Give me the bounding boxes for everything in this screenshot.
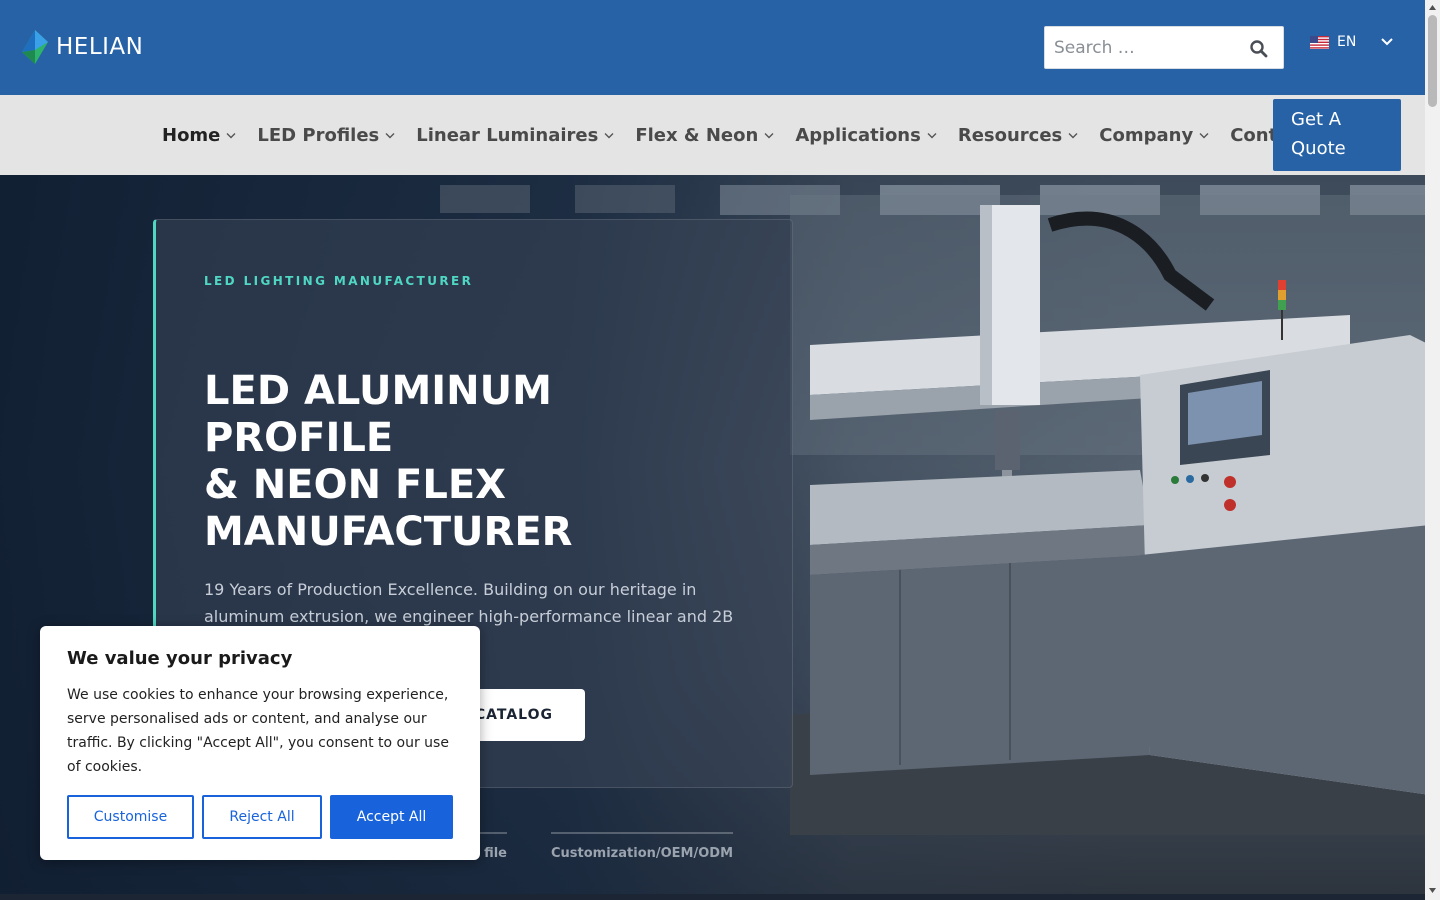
cookie-text: We use cookies to enhance your browsing … — [67, 687, 449, 775]
page-scrollbar[interactable] — [1425, 0, 1440, 900]
language-code: EN — [1337, 34, 1357, 50]
logo[interactable]: HELIAN — [22, 30, 143, 64]
hero-title-line: & NEON FLEX — [204, 462, 506, 508]
nav-menu: Home LED Profiles Linear Luminaires Flex & … — [162, 95, 1330, 175]
brand-name: HELIAN — [56, 34, 144, 60]
chevron-down-icon — [1381, 38, 1394, 46]
nav-item-resources[interactable]: Resources — [958, 125, 1078, 146]
get-a-quote-button[interactable]: Get A Quote — [1273, 99, 1401, 171]
cookie-title: We value your privacy — [67, 648, 293, 669]
hero-eyebrow: LED LIGHTING MANUFACTURER — [204, 274, 474, 288]
search-input[interactable] — [1045, 37, 1235, 58]
language-switcher[interactable]: EN — [1310, 34, 1394, 50]
nav-item-label: Applications — [795, 124, 921, 146]
nav-item-applications[interactable]: Applications — [795, 125, 937, 146]
chevron-down-icon — [385, 132, 395, 138]
nav-item-led-profiles[interactable]: LED Profiles — [257, 125, 395, 146]
cookie-consent-banner: We value your privacy We use cookies to … — [40, 626, 480, 860]
nav-item-label: Home — [162, 124, 221, 146]
chevron-down-icon — [1199, 132, 1209, 138]
scrollbar-thumb[interactable] — [1428, 15, 1437, 107]
chevron-down-icon — [226, 132, 236, 138]
cnc-machine-image — [790, 195, 1425, 835]
us-flag-icon — [1310, 35, 1329, 49]
scroll-down-arrow-icon[interactable] — [1428, 886, 1437, 895]
nav-item-home[interactable]: Home — [162, 125, 236, 146]
nav-item-label: Resources — [957, 124, 1063, 146]
nav-item-label: Company — [1099, 124, 1194, 146]
hero-title-line: PROFILE — [204, 415, 394, 461]
chevron-down-icon — [927, 132, 937, 138]
accept-all-button[interactable]: Accept All — [330, 795, 453, 839]
search-icon[interactable] — [1249, 39, 1269, 59]
customise-button[interactable]: Customise — [67, 795, 194, 839]
search-box — [1044, 26, 1284, 69]
top-header: HELIAN EN — [0, 0, 1425, 95]
hero-title-line: MANUFACTURER — [204, 509, 573, 555]
nav-item-label: Linear Luminaires — [416, 124, 599, 146]
nav-item-company[interactable]: Company — [1099, 125, 1209, 146]
tab-customization[interactable]: Customization/OEM/ODM — [551, 832, 734, 861]
chevron-down-icon — [604, 132, 614, 138]
hero-title-line: LED ALUMINUM — [204, 368, 552, 414]
section-divider — [0, 894, 1425, 900]
nav-item-label: Flex & Neon — [635, 124, 759, 146]
scroll-up-arrow-icon[interactable] — [1428, 3, 1437, 12]
main-nav: Home LED Profiles Linear Luminaires Flex & … — [0, 95, 1425, 175]
chevron-down-icon — [1068, 132, 1078, 138]
helian-logo-icon — [22, 30, 48, 64]
hero-title: LED ALUMINUM PROFILE & NEON FLEX MANUFAC… — [204, 368, 764, 556]
reject-all-button[interactable]: Reject All — [202, 795, 322, 839]
nav-item-label: LED Profiles — [257, 124, 380, 146]
nav-item-flex-neon[interactable]: Flex & Neon — [635, 125, 774, 146]
chevron-down-icon — [764, 132, 774, 138]
nav-item-linear-luminaires[interactable]: Linear Luminaires — [416, 125, 614, 146]
